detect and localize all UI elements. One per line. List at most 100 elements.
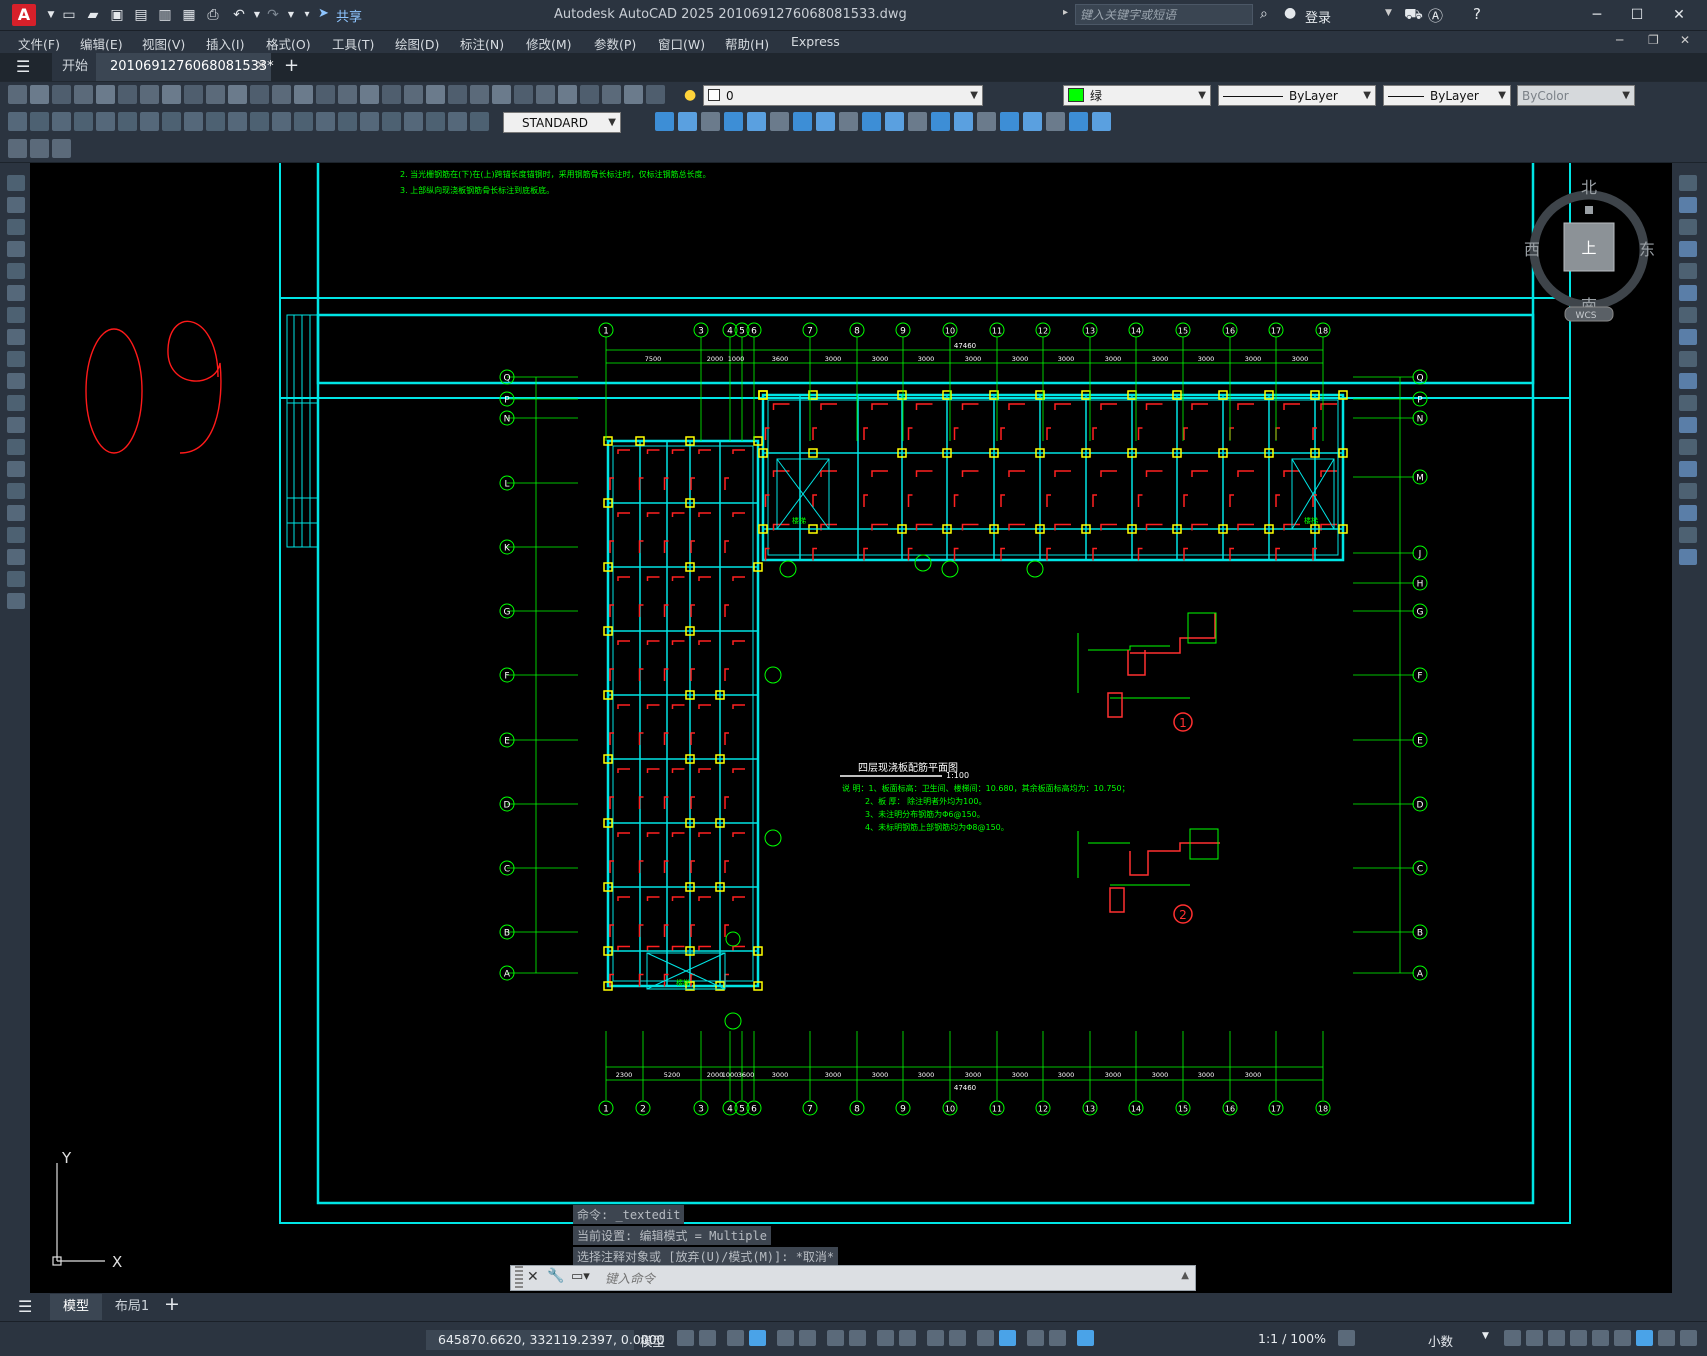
polygon-icon[interactable]	[7, 241, 25, 257]
close-icon[interactable]: ✕	[527, 1269, 539, 1285]
add-selected-icon[interactable]	[7, 593, 25, 609]
selection-cycling-toggle-icon[interactable]	[927, 1330, 944, 1346]
tool-28-icon[interactable]	[624, 85, 643, 104]
zoom-previous-icon[interactable]	[360, 85, 379, 104]
stretch-icon[interactable]	[1679, 351, 1697, 367]
tab-layout1[interactable]: 布局1	[106, 1294, 158, 1320]
snap-toggle-icon[interactable]	[699, 1330, 716, 1346]
command-prompt-icon[interactable]: ▭▾	[571, 1269, 590, 1284]
help-icon[interactable]: ?	[1473, 5, 1481, 23]
gradient-icon[interactable]	[7, 505, 25, 521]
line-icon[interactable]	[7, 175, 25, 191]
construction-line-icon[interactable]	[7, 197, 25, 213]
menu-draw[interactable]: 绘图(D)	[395, 34, 439, 53]
solid-tool-9-icon[interactable]	[862, 112, 881, 131]
dim-update-icon[interactable]	[404, 112, 423, 131]
insert-block-icon[interactable]	[7, 417, 25, 433]
solid-tool-3-icon[interactable]	[724, 112, 743, 131]
open-file-icon[interactable]: ▰	[84, 6, 102, 24]
file-tabs-menu-icon[interactable]: ☰	[16, 57, 30, 76]
menu-file[interactable]: 文件(F)	[18, 34, 60, 53]
point-icon[interactable]	[7, 461, 25, 477]
zoom-realtime-icon[interactable]	[316, 85, 335, 104]
cut-icon[interactable]	[140, 85, 159, 104]
ellipse-icon[interactable]	[7, 373, 25, 389]
angular-icon[interactable]	[162, 112, 181, 131]
table-icon[interactable]	[7, 549, 25, 565]
ellipse-arc-icon[interactable]	[7, 395, 25, 411]
solid-tool-18-icon[interactable]	[1069, 112, 1088, 131]
text-style-combo[interactable]: STANDARD ▼	[503, 112, 621, 133]
save-icon[interactable]	[52, 85, 71, 104]
layer-on-bulb-icon[interactable]: ●	[684, 87, 702, 105]
mirror-icon[interactable]	[1679, 219, 1697, 235]
menu-window[interactable]: 窗口(W)	[658, 34, 705, 53]
menu-dimension[interactable]: 标注(N)	[460, 34, 504, 53]
viewcube-east[interactable]: 东	[1639, 240, 1655, 259]
model-space-button[interactable]: 模型	[640, 1331, 665, 1350]
make-current-icon[interactable]	[580, 85, 599, 104]
erase-icon[interactable]	[1679, 175, 1697, 191]
dim-style-icon[interactable]	[426, 112, 445, 131]
layer-properties-icon[interactable]	[536, 85, 555, 104]
tool-20-icon[interactable]	[448, 112, 467, 131]
command-input[interactable]	[603, 1268, 1167, 1290]
open-icon[interactable]	[30, 85, 49, 104]
scale-icon[interactable]	[1679, 329, 1697, 345]
new-file-icon[interactable]: ▭	[60, 6, 78, 24]
redo-icon[interactable]: ↷	[264, 6, 282, 24]
solid-tool-4-icon[interactable]	[747, 112, 766, 131]
paste-icon[interactable]	[184, 85, 203, 104]
solid-tool-10-icon[interactable]	[885, 112, 904, 131]
layout-menu-icon[interactable]: ☰	[18, 1297, 32, 1316]
qnew-icon[interactable]	[8, 85, 27, 104]
rotate-icon[interactable]	[1679, 307, 1697, 323]
solid-tool-8-icon[interactable]	[839, 112, 858, 131]
tab-start[interactable]: 开始	[52, 53, 99, 81]
annotation-scale[interactable]: 1:1 / 100%	[1258, 1331, 1326, 1346]
open-web-icon[interactable]: ▥	[156, 6, 174, 24]
qleader-icon[interactable]	[250, 112, 269, 131]
solid-tool-1-icon[interactable]	[678, 112, 697, 131]
menu-edit[interactable]: 编辑(E)	[80, 34, 123, 53]
make-block-icon[interactable]	[7, 439, 25, 455]
autodesk-a360-icon[interactable]: Ⓐ	[1428, 5, 1443, 26]
customize-icon[interactable]	[1680, 1330, 1697, 1346]
quick-dim-icon[interactable]	[184, 112, 203, 131]
zoom-window-icon[interactable]	[338, 85, 357, 104]
doc-restore-icon[interactable]: ❐	[1648, 33, 1659, 47]
solid-tool-17-icon[interactable]	[1046, 112, 1065, 131]
color-combo[interactable]: 绿 ▼	[1063, 85, 1211, 106]
viewcube-west[interactable]: 西	[1524, 240, 1540, 259]
gear-icon[interactable]	[1338, 1330, 1355, 1346]
3d-osnap-toggle-icon[interactable]	[949, 1330, 966, 1346]
undo-icon[interactable]: ↶	[230, 6, 248, 24]
arc-length-icon[interactable]	[52, 112, 71, 131]
autocad-logo-icon[interactable]: A	[12, 4, 36, 26]
publish-icon[interactable]	[118, 85, 137, 104]
auto-scale-toggle-icon[interactable]	[1077, 1330, 1094, 1346]
solid-tool-0-icon[interactable]	[655, 112, 674, 131]
layer-state-icon[interactable]	[558, 85, 577, 104]
break-at-point-icon[interactable]	[1679, 417, 1697, 433]
explode-icon[interactable]	[1679, 549, 1697, 565]
annotation-visibility-toggle-icon[interactable]	[1049, 1330, 1066, 1346]
match-properties-icon[interactable]	[206, 85, 225, 104]
isodraft-toggle-icon[interactable]	[799, 1330, 816, 1346]
isolate-icon[interactable]	[1614, 1330, 1631, 1346]
copy-object-icon[interactable]	[1679, 197, 1697, 213]
tolerance-icon[interactable]	[272, 112, 291, 131]
wrench-icon[interactable]: 🔧	[547, 1268, 564, 1284]
share-icon[interactable]: ➤	[318, 6, 329, 21]
calculator-icon[interactable]	[492, 85, 511, 104]
solid-tool-16-icon[interactable]	[1023, 112, 1042, 131]
tab-close-icon[interactable]: ✕	[256, 58, 266, 72]
login-button[interactable]: 登录	[1305, 7, 1331, 26]
doc-minimize-icon[interactable]: ─	[1616, 33, 1623, 47]
layer-combo[interactable]: 0 ▼	[703, 85, 983, 106]
infer-toggle-icon[interactable]	[727, 1330, 744, 1346]
plotstyle-combo[interactable]: ByColor ▼	[1517, 85, 1635, 106]
solid-tool-19-icon[interactable]	[1092, 112, 1111, 131]
jogged-icon[interactable]	[118, 112, 137, 131]
break-icon[interactable]	[1679, 439, 1697, 455]
